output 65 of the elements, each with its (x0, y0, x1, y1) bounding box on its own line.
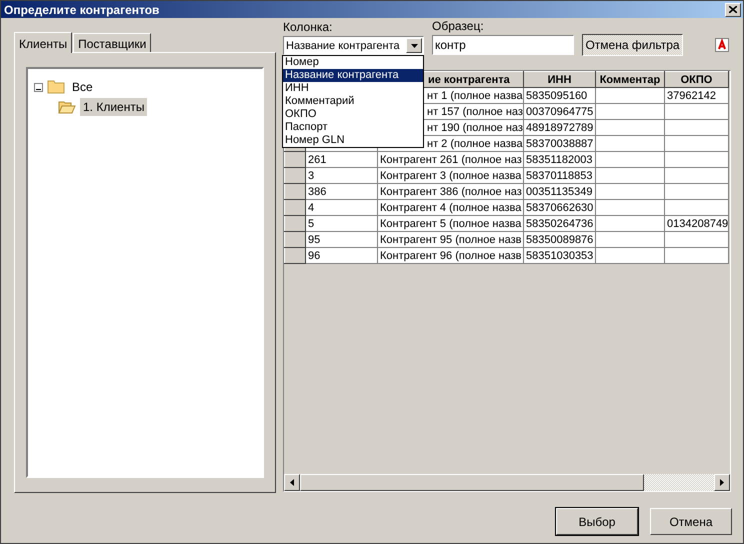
dropdown-option[interactable]: Комментарий (283, 95, 423, 108)
table-cell: Контрагент 96 (полное назв (380, 250, 522, 262)
table-cell: 58370118853 (524, 168, 596, 184)
table-cell: Контрагент 261 (полное наз (380, 154, 522, 166)
table-cell: нт 157 (полное наз (427, 106, 522, 118)
dropdown-option[interactable]: Паспорт (283, 121, 423, 134)
tab[interactable]: Поставщики (73, 33, 152, 52)
dropdown-arrow-icon (410, 44, 418, 48)
collapse-icon[interactable] (34, 82, 43, 92)
dropdown-option[interactable]: Номер (283, 56, 423, 69)
sample-field[interactable]: контр (432, 35, 574, 55)
table-cell: 4 (306, 200, 378, 216)
table-cell: Контрагент 4 (полное назва (380, 202, 522, 214)
tab[interactable]: Клиенты (14, 32, 72, 53)
scrollbar-thumb[interactable] (300, 474, 644, 491)
dropdown-option[interactable]: Название контрагента (283, 69, 423, 82)
left-arrow-icon (290, 479, 294, 486)
table-cell: 37962142 (664, 88, 728, 104)
column-dropdown[interactable]: Название контрагента (283, 36, 424, 55)
table-cell: Контрагент 3 (полное назва (380, 170, 522, 182)
tree-item[interactable]: Все (69, 78, 96, 96)
column-header[interactable]: Комментар (596, 72, 664, 88)
table-cell: Контрагент 386 (полное наз (380, 186, 522, 198)
table-cell: 5835095160 (524, 88, 596, 104)
table-cell: 58370038887 (524, 136, 596, 152)
table-cell: 58351030353 (524, 248, 596, 264)
table-cell: 00370964775 (524, 104, 596, 120)
column-header[interactable]: ОКПО (664, 72, 728, 88)
table-cell: 58370662630 (524, 200, 596, 216)
dialog-button[interactable]: Отмена (650, 508, 732, 535)
table-cell: нт 190 (полное наз (427, 122, 522, 134)
close-icon (729, 6, 737, 13)
right-arrow-icon (720, 479, 724, 486)
table-cell: 48918972789 (524, 120, 596, 136)
table-cell: 261 (306, 152, 378, 168)
dialog-button[interactable]: Выбор (556, 508, 638, 535)
open-folder-icon (58, 100, 76, 114)
table-cell: нт 2 (полное назва (427, 138, 522, 150)
table-cell: Контрагент 5 (полное назва (380, 218, 522, 230)
folder-icon (47, 80, 65, 94)
column-label: Колонка: (283, 20, 334, 36)
table-cell: 58351182003 (524, 152, 596, 168)
table-cell: 95 (306, 232, 378, 248)
dropdown-option[interactable]: Номер GLN (283, 134, 423, 147)
table-cell: нт 1 (полное назва (427, 90, 522, 102)
dropdown-option[interactable]: ОКПО (283, 108, 423, 121)
column-header[interactable]: ИНН (524, 72, 596, 88)
table-cell: 3 (306, 168, 378, 184)
table-cell: 386 (306, 184, 378, 200)
tree-item[interactable]: 1. Клиенты (80, 98, 148, 116)
table-cell: 58350089876 (524, 232, 596, 248)
table-cell: 96 (306, 248, 378, 264)
scroll-left-button[interactable] (284, 474, 300, 491)
dropdown-option[interactable]: ИНН (283, 82, 423, 95)
scroll-right-button[interactable] (714, 474, 730, 491)
table-cell: 00351135349 (524, 184, 596, 200)
table-cell: Контрагент 95 (полное назв (380, 234, 522, 246)
close-button[interactable] (725, 2, 741, 16)
window-title: Определите контрагентов (4, 2, 160, 16)
sample-label: Образец: (432, 19, 485, 35)
letter-a-icon (715, 38, 729, 52)
table-cell: 5 (306, 216, 378, 232)
table-cell: 0134208749 (664, 216, 728, 232)
cancel-filter-button[interactable]: Отмена фильтра (582, 34, 683, 56)
table-cell: 58350264736 (524, 216, 596, 232)
